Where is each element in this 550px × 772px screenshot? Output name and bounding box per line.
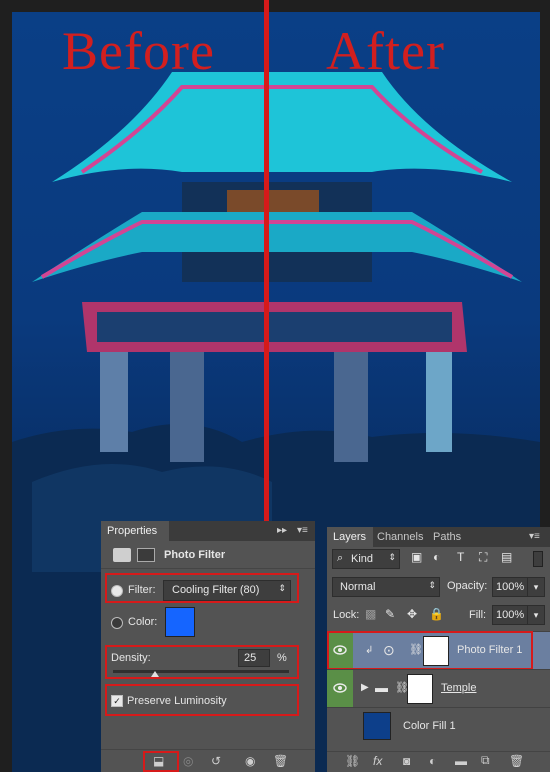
opacity-dropdown[interactable]: ▾: [527, 577, 545, 597]
group-mask-thumbnail[interactable]: [407, 674, 433, 704]
tab-channels[interactable]: Channels: [377, 527, 423, 547]
kind-label: Kind: [351, 553, 374, 565]
tab-properties[interactable]: Properties: [101, 521, 169, 541]
opacity-label: Opacity:: [447, 580, 488, 592]
lock-label: Lock:: [333, 609, 360, 621]
pixel-filter-icon[interactable]: ▣: [411, 550, 422, 564]
visibility-toggle-empty[interactable]: [327, 708, 353, 745]
delete-icon[interactable]: 🗑: [273, 754, 288, 768]
select-arrows-icon: ⇕: [388, 552, 396, 562]
opacity-value: 100%: [496, 581, 525, 593]
filter-color-swatch[interactable]: [165, 607, 195, 637]
density-value: 25: [244, 652, 257, 664]
link-icon[interactable]: ⛓: [345, 754, 360, 768]
preserve-label: Preserve Luminosity: [127, 695, 227, 707]
select-arrows-icon: ⇕: [278, 583, 286, 593]
select-arrows-icon: ⇕: [428, 580, 436, 590]
color-radio[interactable]: [111, 617, 123, 629]
filter-toggle[interactable]: [533, 551, 543, 567]
trash-icon[interactable]: 🗑: [509, 754, 524, 768]
density-input[interactable]: 25: [238, 649, 270, 667]
clip-to-layer-icon[interactable]: ⬓: [153, 754, 164, 768]
layer-row-color-fill[interactable]: Color Fill 1: [327, 707, 550, 745]
filter-radio[interactable]: [111, 585, 123, 597]
layer-name[interactable]: Temple: [441, 682, 476, 694]
properties-panel: Properties ▸▸ ▾≡ Photo Filter Filter: Co…: [101, 521, 315, 772]
preserve-checkbox[interactable]: ✓: [111, 695, 123, 707]
opacity-input[interactable]: 100%: [492, 577, 528, 597]
after-label: After: [326, 21, 445, 81]
fill-label: Fill:: [469, 609, 487, 621]
density-slider-thumb[interactable]: [151, 671, 159, 677]
visibility-icon[interactable]: ◉: [245, 754, 255, 768]
properties-tabbar: Properties ▸▸ ▾≡: [101, 521, 315, 541]
density-slider-track[interactable]: [113, 670, 289, 673]
collapse-icon[interactable]: ▸▸: [277, 525, 287, 536]
blend-mode-select[interactable]: Normal ⇕: [332, 577, 440, 597]
fill-input[interactable]: 100%: [492, 605, 528, 625]
before-label: Before: [62, 21, 215, 81]
filter-label: Filter:: [128, 584, 156, 596]
tab-layers[interactable]: Layers: [327, 527, 373, 547]
lock-position-icon[interactable]: ✥: [407, 607, 417, 621]
lock-all-icon[interactable]: 🔒: [429, 607, 444, 621]
fx-icon[interactable]: fx: [373, 754, 382, 768]
smart-object-filter-icon[interactable]: ▤: [501, 550, 512, 564]
layers-panel: Layers Channels Paths ▾≡ ⌕ Kind ⇕ ▣ ◐ T …: [327, 527, 550, 772]
kind-filter-select[interactable]: ⌕ Kind ⇕: [332, 549, 400, 569]
adjustment-icon: [113, 548, 131, 562]
new-layer-icon[interactable]: ⧉: [481, 753, 490, 768]
shape-filter-icon[interactable]: ⛶: [479, 550, 487, 565]
tab-paths[interactable]: Paths: [433, 527, 461, 547]
fill-dropdown[interactable]: ▾: [527, 605, 545, 625]
group-folder-icon[interactable]: ▬: [455, 754, 467, 768]
folder-icon: ▬: [375, 680, 388, 695]
blend-mode-value: Normal: [340, 581, 376, 593]
density-unit: %: [277, 652, 287, 664]
lock-pixels-icon[interactable]: ✎: [385, 607, 395, 621]
type-filter-icon[interactable]: T: [457, 550, 464, 564]
filter-value: Cooling Filter (80): [172, 584, 260, 596]
lock-transparency-icon[interactable]: ▩: [365, 607, 376, 621]
color-label: Color:: [128, 616, 158, 628]
expand-arrow-icon[interactable]: ▶: [361, 682, 369, 693]
visibility-toggle[interactable]: [327, 670, 353, 707]
layers-tabbar: Layers Channels Paths ▾≡: [327, 527, 550, 547]
adjustment-icon[interactable]: ◐: [429, 754, 436, 768]
panel-menu-icon[interactable]: ▾≡: [529, 531, 540, 542]
adjustment-filter-icon[interactable]: ◐: [433, 550, 440, 564]
color-fill-thumbnail[interactable]: [363, 712, 391, 740]
reset-icon[interactable]: ↺: [211, 754, 221, 768]
properties-title: Photo Filter: [164, 549, 226, 561]
mask-icon[interactable]: [137, 548, 155, 562]
panel-menu-icon[interactable]: ▾≡: [297, 525, 308, 536]
filter-select[interactable]: Cooling Filter (80) ⇕: [163, 580, 291, 601]
mask-icon[interactable]: ◙: [403, 754, 410, 768]
density-label: Density:: [111, 652, 151, 664]
search-icon: ⌕: [337, 552, 344, 564]
layer-row-temple[interactable]: ▶ ▬ ⛓ Temple: [327, 669, 550, 707]
eye-icon: [333, 683, 347, 693]
fill-value: 100%: [496, 609, 525, 621]
layer-name[interactable]: Color Fill 1: [403, 720, 456, 732]
view-previous-icon[interactable]: ◎: [183, 754, 193, 768]
layer-highlight: [327, 631, 533, 670]
